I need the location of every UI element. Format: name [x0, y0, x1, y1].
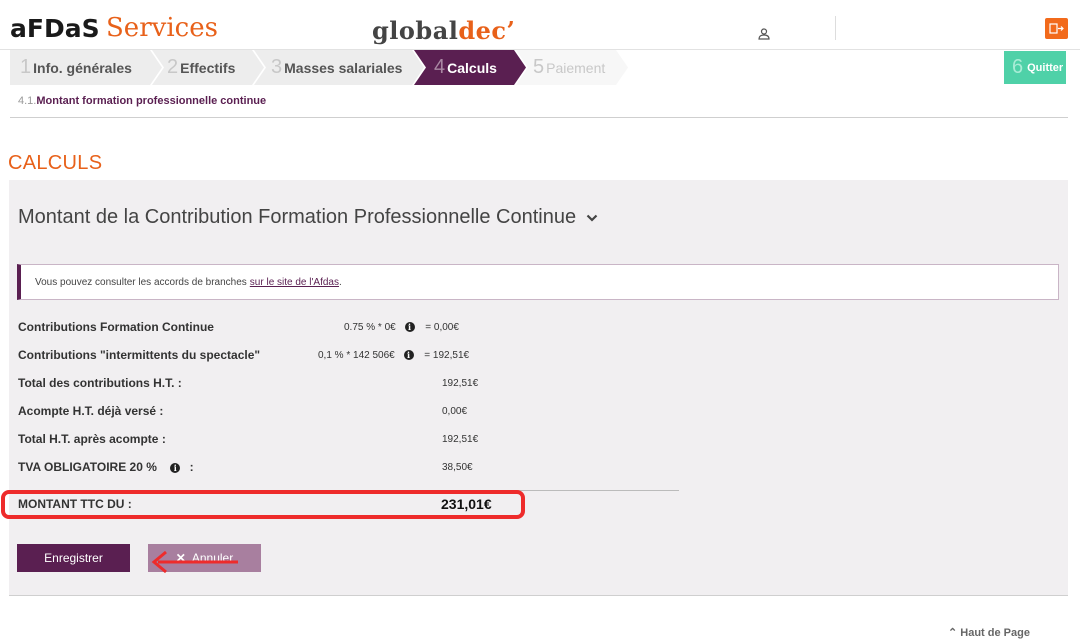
value-acompte: 0,00€: [442, 406, 468, 417]
chevron-down-icon[interactable]: [586, 213, 598, 223]
save-button[interactable]: Enregistrer: [17, 544, 130, 572]
logout-button[interactable]: [1045, 18, 1068, 39]
formula-text: 0.75 % * 0€: [344, 322, 396, 333]
quit-label: Quitter: [1027, 61, 1064, 74]
tva-label: TVA OBLIGATOIRE 20 %: [18, 460, 157, 474]
section-header[interactable]: Montant de la Contribution Formation Pro…: [18, 206, 598, 229]
divider: [10, 117, 1068, 118]
step-info-generales[interactable]: 1 Info. générales: [20, 50, 132, 85]
user-icon[interactable]: [757, 27, 771, 41]
step-masses-salariales[interactable]: 3 Masses salariales: [271, 50, 402, 85]
breadcrumb-prefix: 4.1.: [18, 95, 37, 107]
step-label: Paiement: [546, 59, 606, 76]
breadcrumb-label: Montant formation professionnelle contin…: [36, 95, 267, 107]
logout-icon: [1049, 23, 1064, 34]
step-label: Info. générales: [33, 59, 132, 76]
row-label-acompte: Acompte H.T. déjà versé :: [18, 404, 164, 418]
afdas-logo[interactable]: aFDaS: [10, 14, 100, 44]
info-icon[interactable]: i: [403, 350, 414, 361]
row-label-intermittents: Contributions "intermittents du spectacl…: [18, 348, 261, 362]
wizard-steps: 1 Info. générales 2 Effectifs 3 Masses sala…: [0, 50, 1080, 85]
row-label-total-apres-acompte: Total H.T. après acompte :: [18, 432, 166, 446]
row-label-tva: TVA OBLIGATOIRE 20 % i :: [18, 460, 194, 474]
quit-number: 6: [1012, 56, 1024, 78]
breadcrumb: 4.1.Montant formation professionnelle co…: [18, 95, 266, 107]
globaldec-logo-dec: dec’: [458, 16, 516, 45]
quit-button[interactable]: 6 Quitter: [1004, 51, 1066, 84]
back-to-top-label: Haut de Page: [960, 627, 1030, 639]
header-separator: [835, 16, 836, 40]
formula-result: = 192,51€: [424, 350, 470, 361]
page-title: CALCULS: [8, 152, 103, 174]
info-end: .: [338, 276, 342, 288]
step-number: 2: [167, 56, 179, 78]
calculation-panel: Montant de la Contribution Formation Pro…: [1, 180, 1068, 596]
step-effectifs[interactable]: 2 Effectifs: [167, 50, 235, 85]
value-tva: 38,50€: [442, 462, 473, 473]
red-arrow-annotation: [151, 550, 238, 574]
afdas-site-link[interactable]: sur le site de l'Afdas: [250, 277, 339, 288]
formula-formation-continue: 0.75 % * 0€ i = 0,00€: [344, 322, 459, 333]
info-text: Vous pouvez consulter les accords de bra…: [35, 276, 247, 288]
info-notice: Vous pouvez consulter les accords de bra…: [17, 264, 1059, 300]
red-highlight-box: [1, 490, 525, 519]
header: aFDaS Services globaldec’: [0, 0, 1080, 50]
step-calculs[interactable]: 4 Calculs: [434, 50, 497, 85]
tva-suffix: :: [189, 460, 194, 474]
back-to-top-link[interactable]: ⌃ Haut de Page: [948, 626, 1030, 639]
globaldec-logo[interactable]: globaldec’: [372, 16, 515, 46]
value-total-apres-acompte: 192,51€: [442, 434, 479, 445]
step-number: 3: [271, 56, 283, 78]
chevron-up-icon: ⌃: [948, 627, 958, 639]
step-number: 1: [20, 56, 32, 78]
info-icon[interactable]: i: [170, 462, 181, 473]
section-title: Montant de la Contribution Formation Pro…: [18, 206, 577, 228]
formula-intermittents: 0,1 % * 142 506€ i = 192,51€: [318, 350, 469, 361]
formula-result: = 0,00€: [425, 322, 459, 333]
value-total-ht: 192,51€: [442, 378, 479, 389]
services-logo-text: Services: [106, 13, 218, 43]
step-number: 4: [434, 56, 446, 78]
row-label-formation-continue: Contributions Formation Continue: [18, 320, 214, 334]
globaldec-logo-global: global: [372, 16, 459, 45]
row-label-total-ht: Total des contributions H.T. :: [18, 376, 182, 390]
step-paiement: 5 Paiement: [533, 50, 605, 85]
formula-text: 0,1 % * 142 506€: [318, 350, 395, 361]
step-label: Effectifs: [180, 59, 236, 76]
info-icon[interactable]: i: [404, 322, 415, 333]
step-number: 5: [533, 56, 545, 78]
step-label: Calculs: [447, 59, 497, 76]
step-label: Masses salariales: [284, 59, 403, 76]
